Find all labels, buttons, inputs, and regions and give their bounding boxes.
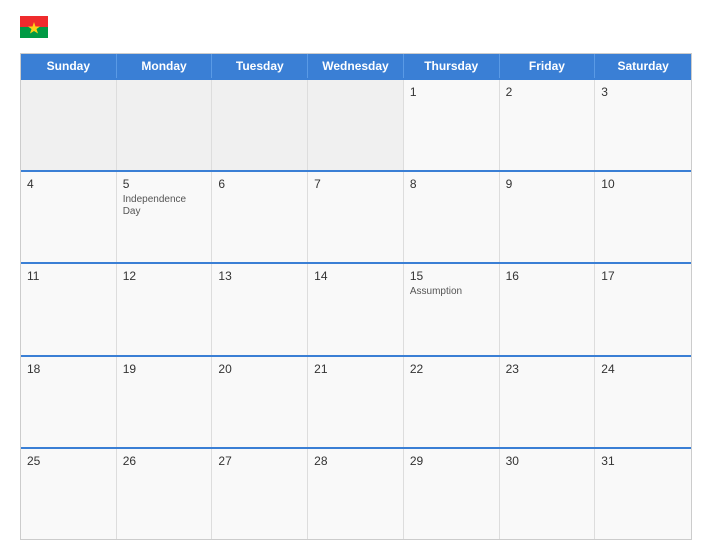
day-number: 10 xyxy=(601,177,685,191)
day-header-wednesday: Wednesday xyxy=(308,54,404,78)
day-cell: 30 xyxy=(500,449,596,539)
day-number: 27 xyxy=(218,454,301,468)
day-cell: 18 xyxy=(21,357,117,447)
day-number: 14 xyxy=(314,269,397,283)
week-row-4: 18 19 20 21 22 23 24 xyxy=(21,355,691,447)
day-event: Assumption xyxy=(410,286,493,298)
day-number: 15 xyxy=(410,269,493,283)
day-cell: 16 xyxy=(500,264,596,354)
calendar-page: SundayMondayTuesdayWednesdayThursdayFrid… xyxy=(0,0,712,550)
day-cell: 4 xyxy=(21,172,117,262)
day-number: 23 xyxy=(506,362,589,376)
day-cell: 1 xyxy=(404,80,500,170)
day-cell xyxy=(21,80,117,170)
day-header-tuesday: Tuesday xyxy=(212,54,308,78)
day-cell: 14 xyxy=(308,264,404,354)
day-cell: 12 xyxy=(117,264,213,354)
day-number: 11 xyxy=(27,269,110,283)
day-cell: 3 xyxy=(595,80,691,170)
day-number: 12 xyxy=(123,269,206,283)
day-cell: 10 xyxy=(595,172,691,262)
day-number: 28 xyxy=(314,454,397,468)
day-cell xyxy=(212,80,308,170)
day-number: 17 xyxy=(601,269,685,283)
week-row-1: 123 xyxy=(21,78,691,170)
day-number: 30 xyxy=(506,454,589,468)
day-cell: 22 xyxy=(404,357,500,447)
day-number: 21 xyxy=(314,362,397,376)
day-number: 8 xyxy=(410,177,493,191)
day-cell: 5 Independence Day xyxy=(117,172,213,262)
day-header-friday: Friday xyxy=(500,54,596,78)
day-number: 7 xyxy=(314,177,397,191)
day-number: 20 xyxy=(218,362,301,376)
day-number: 16 xyxy=(506,269,589,283)
day-number: 9 xyxy=(506,177,589,191)
day-cell: 15 Assumption xyxy=(404,264,500,354)
day-cell: 24 xyxy=(595,357,691,447)
day-header-monday: Monday xyxy=(117,54,213,78)
day-event: Independence Day xyxy=(123,194,206,218)
day-header-saturday: Saturday xyxy=(595,54,691,78)
calendar-grid: SundayMondayTuesdayWednesdayThursdayFrid… xyxy=(20,53,692,540)
logo xyxy=(20,16,48,43)
day-cell: 6 xyxy=(212,172,308,262)
day-number: 18 xyxy=(27,362,110,376)
day-number: 4 xyxy=(27,177,110,191)
day-cell: 2 xyxy=(500,80,596,170)
logo-flag-icon xyxy=(20,16,48,38)
day-header-thursday: Thursday xyxy=(404,54,500,78)
week-row-3: 11 12 13 14 15 Assumption 16 17 xyxy=(21,262,691,354)
day-cell: 27 xyxy=(212,449,308,539)
day-cell xyxy=(308,80,404,170)
day-number: 19 xyxy=(123,362,206,376)
day-cell: 11 xyxy=(21,264,117,354)
day-number: 29 xyxy=(410,454,493,468)
day-number: 31 xyxy=(601,454,685,468)
day-number: 1 xyxy=(410,85,493,99)
day-number: 25 xyxy=(27,454,110,468)
day-headers-row: SundayMondayTuesdayWednesdayThursdayFrid… xyxy=(21,54,691,78)
day-number: 3 xyxy=(601,85,685,99)
day-cell: 26 xyxy=(117,449,213,539)
day-cell: 9 xyxy=(500,172,596,262)
day-cell: 31 xyxy=(595,449,691,539)
day-cell: 8 xyxy=(404,172,500,262)
day-number: 2 xyxy=(506,85,589,99)
day-number: 6 xyxy=(218,177,301,191)
day-number: 26 xyxy=(123,454,206,468)
week-row-2: 45 Independence Day 6789 10 xyxy=(21,170,691,262)
day-cell: 13 xyxy=(212,264,308,354)
day-cell xyxy=(117,80,213,170)
day-number: 5 xyxy=(123,177,206,191)
day-number: 22 xyxy=(410,362,493,376)
day-cell: 7 xyxy=(308,172,404,262)
page-header xyxy=(20,16,692,43)
day-cell: 20 xyxy=(212,357,308,447)
day-cell: 17 xyxy=(595,264,691,354)
week-row-5: 25 26 27 28 29 30 31 xyxy=(21,447,691,539)
day-cell: 23 xyxy=(500,357,596,447)
day-cell: 29 xyxy=(404,449,500,539)
day-number: 13 xyxy=(218,269,301,283)
day-cell: 28 xyxy=(308,449,404,539)
day-cell: 19 xyxy=(117,357,213,447)
day-header-sunday: Sunday xyxy=(21,54,117,78)
day-cell: 21 xyxy=(308,357,404,447)
day-number: 24 xyxy=(601,362,685,376)
day-cell: 25 xyxy=(21,449,117,539)
calendar-body: 12345Independence Day6789101112131415Ass… xyxy=(21,78,691,539)
